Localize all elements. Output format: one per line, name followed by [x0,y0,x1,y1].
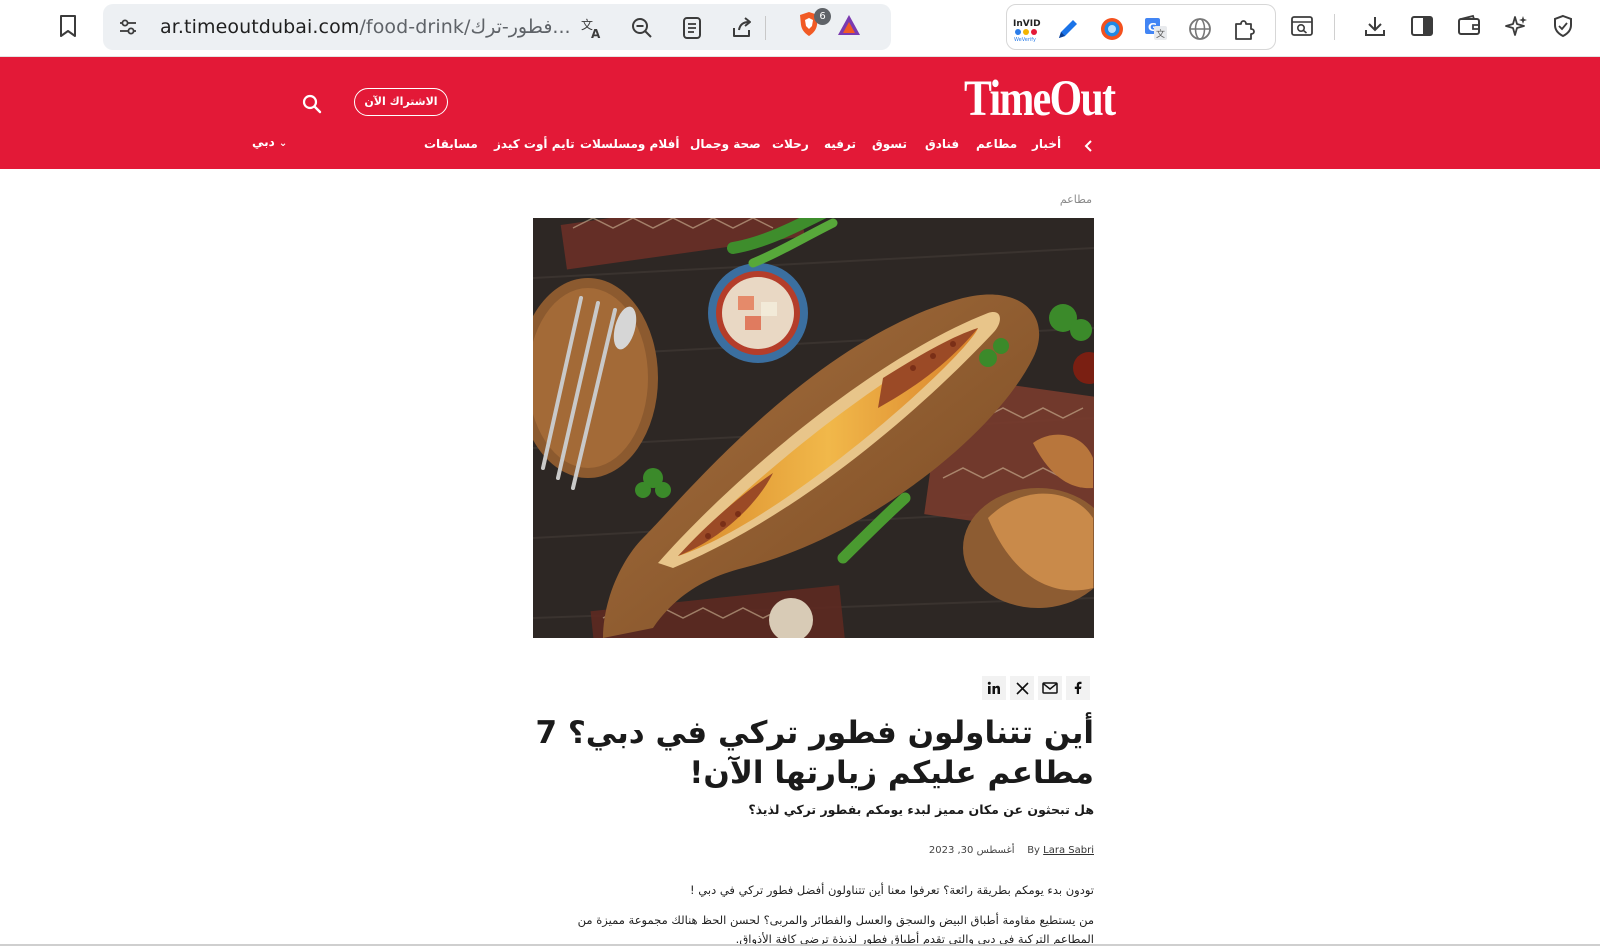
address-bar[interactable]: ar.timeoutdubai.com/food-drink/فطور-ترك.… [103,4,891,50]
vpn-shield-icon[interactable] [1549,12,1577,40]
svg-text:文: 文 [1156,28,1165,40]
nav-item-restaurants[interactable]: مطاعم [976,137,1017,151]
tab-search-icon[interactable] [1288,12,1316,40]
browser-toolbar: ar.timeoutdubai.com/food-drink/فطور-ترك.… [0,0,1600,57]
invid-icon[interactable]: InVID WeVerify [1011,15,1047,43]
mail-icon [1042,682,1058,694]
linkedin-share-button[interactable] [982,676,1006,700]
wallet-icon[interactable] [1455,12,1483,40]
shields-count-badge: 6 [814,8,831,25]
article-paragraph: تودون بدء يومكم بطريقة رائعة؟ تعرفوا معن… [690,883,1094,897]
translate-icon[interactable]: 文A [579,15,605,41]
article-subtitle: هل تبحثون عن مكان مميز لبدء يومكم بفطور … [748,802,1094,817]
chevron-down-icon: ⌄ [278,138,288,149]
breadcrumb[interactable]: مطاعم [1040,193,1092,206]
hero-image [533,218,1094,638]
nav-item-hotels[interactable]: فنادق [925,137,959,151]
nav-item-health-beauty[interactable]: صحة وجمال [690,137,761,151]
brave-rewards-icon[interactable] [836,13,862,39]
url-text[interactable]: ar.timeoutdubai.com/food-drink/فطور-ترك.… [160,16,571,38]
site-settings-icon[interactable] [117,16,139,38]
author-link[interactable]: Lara Sabri [1043,845,1094,856]
url-host: ar.timeoutdubai.com [160,16,360,38]
nav-item-news[interactable]: أخبار [1032,137,1061,151]
email-share-button[interactable] [1038,676,1062,700]
svg-text:WeVerify: WeVerify [1014,37,1036,43]
globe-icon[interactable] [1186,15,1214,43]
leo-ai-icon[interactable] [1502,12,1530,40]
bookmark-icon[interactable] [55,13,81,39]
x-icon [1015,681,1029,695]
article-paragraph-line: من يستطيع مقاومة أطباق البيض والسجق والع… [577,913,1094,927]
nav-item-travel[interactable]: رحلات [772,137,809,151]
extensions-group: InVID WeVerify G文 [1006,4,1276,50]
nav-item-movies-series[interactable]: أفلام ومسلسلات [580,137,679,151]
share-icon[interactable] [729,15,755,41]
sidebar-icon[interactable] [1408,12,1436,40]
nav-item-timeout-kids[interactable]: تايم أوت كيدز [494,137,575,151]
city-selector[interactable]: ⌄دبي [252,135,287,149]
nav-item-entertainment[interactable]: ترفيه [824,137,856,151]
facebook-share-button[interactable] [1066,676,1090,700]
invid-label: InVID [1013,19,1041,29]
nav-item-competitions[interactable]: مسابقات [424,137,478,151]
download-icon[interactable] [1361,12,1389,40]
main-nav: أخبار مطاعم فنادق تسوق ترفيه رحلات صحة و… [420,137,1080,159]
google-translate-icon[interactable]: G文 [1142,15,1170,43]
svg-text:A: A [591,27,601,40]
site-header: TimeOut الاشتراك الآن ⌄دبي أخبار مطاعم ف… [0,57,1600,169]
reader-mode-icon[interactable] [679,15,705,41]
puzzle-icon[interactable] [1230,15,1258,43]
by-label: By [1027,845,1040,856]
toolbar-separator [1334,14,1335,40]
brave-shields-icon[interactable]: 6 [797,8,831,37]
pen-icon[interactable] [1054,15,1082,43]
city-label: دبي [252,135,275,149]
separator [765,16,766,40]
nav-item-shopping[interactable]: تسوق [872,137,907,151]
timeout-logo[interactable]: TimeOut [964,73,1116,125]
zoom-out-icon[interactable] [629,15,655,41]
facebook-icon [1074,681,1082,694]
subscribe-button[interactable]: الاشتراك الآن [354,88,448,116]
chrome-ext-icon[interactable] [1098,15,1126,43]
search-icon[interactable] [302,94,322,114]
article-byline: أغسطس 30, 2023 By Lara Sabri [700,845,1094,856]
x-share-button[interactable] [1010,676,1034,700]
chevron-left-icon[interactable] [1082,138,1096,154]
article-date: أغسطس 30, 2023 [928,845,1015,856]
article-title: أين تتناولون فطور تركي في دبي؟ 7 مطاعم ع… [535,715,1094,791]
linkedin-icon [987,681,1000,694]
url-path: /food-drink/فطور-ترك... [359,16,571,38]
